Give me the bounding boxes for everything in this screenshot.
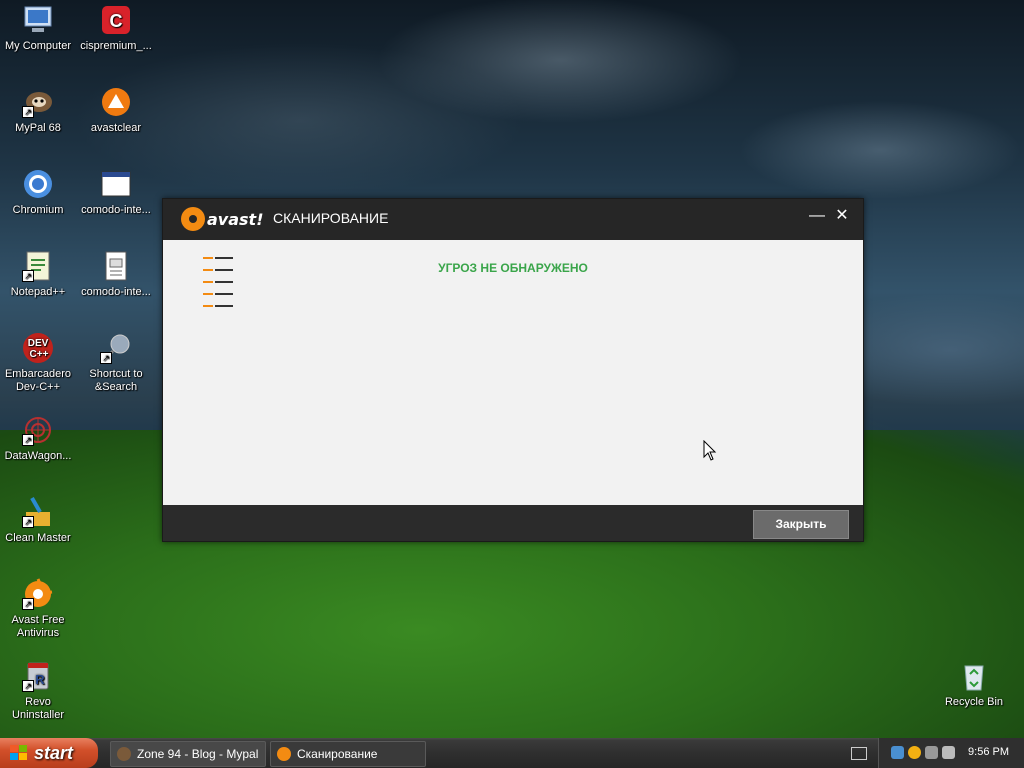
desktop-icon-label: Clean Master	[5, 532, 71, 544]
scan-status-text: УГРОЗ НЕ ОБНАРУЖЕНО	[438, 261, 588, 275]
broom-icon: ↗	[22, 496, 54, 528]
shortcut-arrow-icon: ↗	[22, 434, 34, 446]
scan-results-area: УГРОЗ НЕ ОБНАРУЖЕНО	[163, 240, 863, 504]
taskbar-item-avast-scan[interactable]: Сканирование	[270, 741, 426, 767]
computer-icon	[22, 4, 54, 36]
taskbar-clock[interactable]: 9:56 PM	[968, 746, 1009, 758]
comodo-icon: C	[100, 4, 132, 36]
svg-text:DEV: DEV	[28, 338, 49, 349]
window-title: СКАНИРОВАНИЕ	[273, 210, 389, 226]
desktop-icon-comodo-inte-1[interactable]: comodo-inte...	[78, 168, 154, 217]
desktop-icon-label: avastclear	[90, 122, 142, 134]
shortcut-arrow-icon: ↗	[22, 680, 34, 692]
avast-scan-window: avast! СКАНИРОВАНИЕ — ✕ УГРОЗ НЕ ОБНАРУЖ…	[162, 198, 864, 542]
desktop-icon-devcpp[interactable]: DEV C++ Embarcadero Dev-C++	[0, 332, 76, 394]
desktop-icon-label: Chromium	[12, 204, 64, 216]
desktop-icon-chromium[interactable]: Chromium	[0, 168, 76, 217]
desktop-icon-avast[interactable]: ↗ Avast Free Antivirus	[0, 578, 76, 640]
desktop-icon-label: Notepad++	[10, 286, 66, 298]
speaker-tray-icon[interactable]	[942, 746, 955, 759]
recycle-bin-icon	[958, 660, 990, 692]
desktop-icon-label: comodo-inte...	[81, 204, 151, 216]
avast-icon: ↗	[22, 578, 54, 610]
desktop-icon-label: DataWagon...	[4, 450, 72, 462]
desktop-icon-label: Avast Free Antivirus	[11, 614, 65, 639]
search-icon: ↗	[100, 332, 132, 364]
desktop-icon-label: Revo Uninstaller	[12, 696, 64, 721]
desktop-icon-label: My Computer	[4, 40, 72, 52]
network-tray-icon[interactable]	[891, 746, 904, 759]
windows-flag-icon	[10, 745, 28, 761]
desktop-icon-cispremium[interactable]: C cispremium_...	[78, 4, 154, 53]
taskbar-item-label: Zone 94 - Blog - Mypal	[137, 747, 259, 761]
avast-logo: avast!	[181, 205, 264, 233]
chromium-icon	[22, 168, 54, 200]
comodo-tray-icon[interactable]	[925, 746, 938, 759]
desktop-icon-label: Embarcadero Dev-C++	[4, 368, 72, 393]
svg-text:C: C	[110, 11, 123, 31]
keyboard-icon[interactable]	[851, 747, 867, 760]
desktop-icon-label: MyPal 68	[15, 122, 61, 134]
desktop-icon-revo[interactable]: R ↗ Revo Uninstaller	[0, 660, 76, 722]
avast-brand: avast!	[207, 209, 264, 229]
taskbar: start Zone 94 - Blog - Mypal Сканировани…	[0, 738, 1024, 768]
window-footer: Закрыть	[163, 505, 863, 541]
minimize-button[interactable]: —	[806, 205, 828, 227]
desktop-icon-avastclear[interactable]: avastclear	[78, 86, 154, 135]
avastclear-icon	[100, 86, 132, 118]
desktop-icon-label: comodo-inte...	[81, 286, 151, 298]
close-window-button[interactable]: ✕	[831, 205, 853, 227]
mypal-icon: ↗	[22, 86, 54, 118]
mypal-icon	[117, 747, 131, 761]
desktop-icon-comodo-inte-2[interactable]: comodo-inte...	[78, 250, 154, 299]
desktop-icon-mypal[interactable]: ↗ MyPal 68	[0, 86, 76, 135]
svg-text:R: R	[35, 672, 45, 687]
desktop-icon-label: Shortcut to &Search	[89, 368, 143, 393]
desktop-icon-recycle-bin[interactable]: Recycle Bin	[936, 660, 1012, 709]
desktop-icon-label: cispremium_...	[80, 40, 152, 52]
text-file-icon	[100, 250, 132, 282]
taskbar-item-label: Сканирование	[297, 747, 378, 761]
desktop-icon-notepadpp[interactable]: ↗ Notepad++	[0, 250, 76, 299]
avast-icon	[277, 747, 291, 761]
svg-text:C++: C++	[30, 349, 49, 360]
notepad-icon: ↗	[22, 250, 54, 282]
close-button[interactable]: Закрыть	[753, 510, 849, 539]
shortcut-arrow-icon: ↗	[22, 106, 34, 118]
shortcut-arrow-icon: ↗	[22, 270, 34, 282]
desktop-icon-label: Recycle Bin	[944, 696, 1004, 708]
devcpp-icon: DEV C++	[22, 332, 54, 364]
start-label: start	[34, 743, 74, 763]
shortcut-arrow-icon: ↗	[22, 598, 34, 610]
revo-icon: R ↗	[22, 660, 54, 692]
datawagon-icon: ↗	[22, 414, 54, 446]
window-icon	[100, 168, 132, 200]
shortcut-arrow-icon: ↗	[22, 516, 34, 528]
avast-tray-icon[interactable]	[908, 746, 921, 759]
taskbar-item-mypal[interactable]: Zone 94 - Blog - Mypal	[110, 741, 266, 767]
desktop-icon-my-computer[interactable]: My Computer	[0, 4, 76, 53]
desktop-icon-datawagon[interactable]: ↗ DataWagon...	[0, 414, 76, 463]
avast-ball-icon	[181, 207, 205, 231]
start-button[interactable]: start	[0, 738, 98, 768]
desktop-icon-search[interactable]: ↗ Shortcut to &Search	[78, 332, 154, 394]
system-tray: 9:56 PM	[878, 738, 1024, 768]
desktop-icon-clean-master[interactable]: ↗ Clean Master	[0, 496, 76, 545]
shortcut-arrow-icon: ↗	[100, 352, 112, 364]
window-titlebar[interactable]: avast! СКАНИРОВАНИЕ — ✕	[163, 199, 863, 240]
